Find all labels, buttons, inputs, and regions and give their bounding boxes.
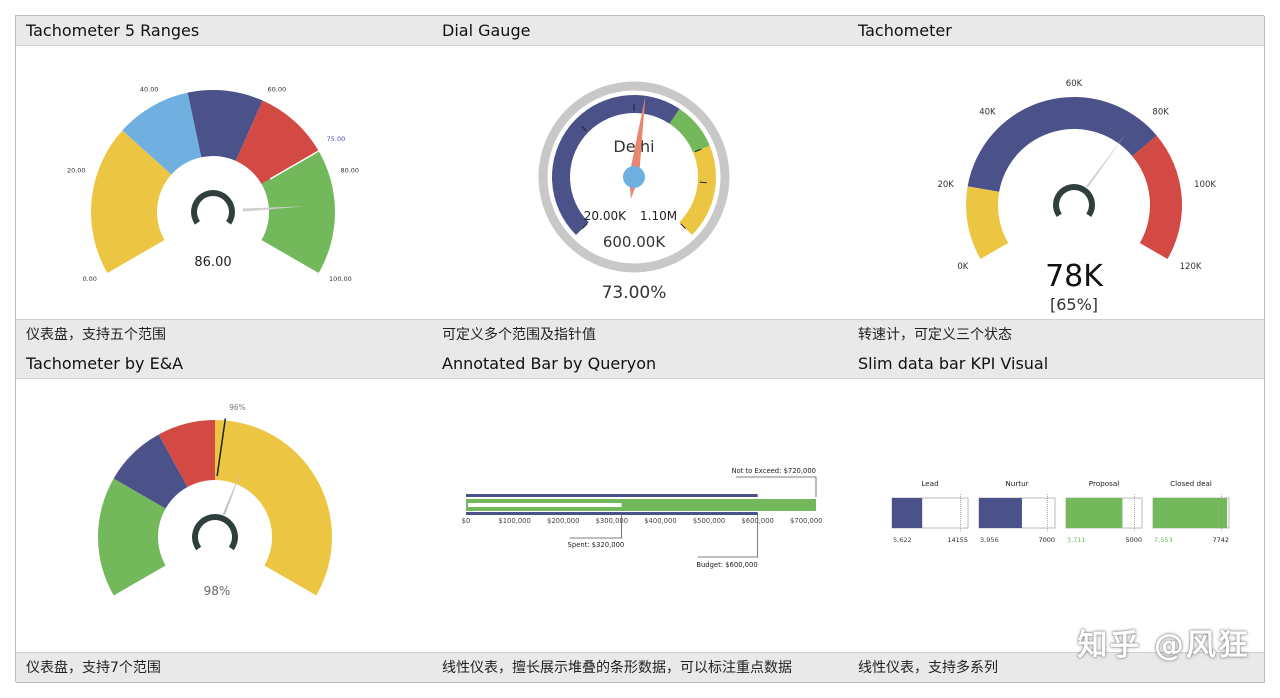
- dial-pivot-icon: [623, 166, 645, 188]
- visual-gallery-grid: Tachometer 5 Ranges 0.00 20.00 40.00 60.00 8…: [15, 15, 1265, 683]
- gauge-tick-label: 80.00: [340, 167, 359, 175]
- tile-caption: 可定义多个范围及指针值: [432, 319, 848, 349]
- kpi-value-label: 3,711: [1067, 536, 1086, 544]
- tile-title: Tachometer: [848, 16, 1264, 46]
- kpi-bar-fill: [1066, 498, 1123, 528]
- tile-caption: 转速计，可定义三个状态: [848, 319, 1264, 349]
- dial-tick: [699, 181, 707, 184]
- tile-dial-gauge[interactable]: Dial Gauge Delhi 20.00K 1.10M 600.00K 73.00%…: [432, 16, 849, 350]
- tile-caption: 线性仪表，擅长展示堆叠的条形数据，可以标注重点数据: [432, 652, 848, 682]
- kpi-series-name: Nurtur: [1005, 479, 1028, 488]
- kpi-bar-fill: [892, 498, 923, 528]
- dial-max-label: 1.10M: [640, 209, 677, 223]
- tile-title: Dial Gauge: [432, 16, 848, 46]
- axis-tick-label: $100,000: [498, 517, 530, 525]
- kpi-target-label: 7000: [1038, 536, 1055, 544]
- kpi-target-label: 14155: [947, 536, 968, 544]
- kpi-series-name: Lead: [921, 479, 938, 488]
- tile-caption: 仪表盘，支持五个范围: [16, 319, 432, 349]
- gauge-tick-label: 0K: [957, 262, 968, 272]
- tile-title: Tachometer 5 Ranges: [16, 16, 432, 46]
- bar-budget-outline-top: [466, 494, 758, 497]
- tile-tachometer[interactable]: Tachometer 0K 20K 40K 60K 80K 100K 120K 78K [65%…: [848, 16, 1265, 350]
- kpi-series-name: Proposal: [1089, 479, 1120, 488]
- gauge-percent-label: [65%]: [1050, 295, 1098, 314]
- tachometer-ea-chart: 96% 98%: [16, 379, 432, 652]
- tachometer-5-ranges-svg: 0.00 20.00 40.00 60.00 80.00 100.00 75.00 86.00: [67, 86, 359, 283]
- gauge-tick-label: 20K: [937, 180, 954, 190]
- dial-value-label: 600.00K: [603, 233, 666, 251]
- annotation-not-to-exceed-label: Not to Exceed: $720,000: [731, 467, 816, 475]
- gauge-range-band: [215, 420, 332, 596]
- gauge-tick-label: 0.00: [82, 275, 96, 283]
- bar-budget-outline-bottom: [466, 512, 758, 515]
- annotation-spent-label: Spent: $320,000: [568, 541, 625, 549]
- gauge-tick-label: 60.00: [268, 86, 287, 94]
- kpi-series-name: Closed deal: [1170, 479, 1212, 488]
- gauge-value-label: 98%: [204, 584, 231, 598]
- gauge-tick-label: 60K: [1066, 79, 1083, 89]
- gauge-range-band: [1132, 135, 1182, 259]
- gauge-hub-icon: [192, 514, 238, 551]
- tile-annotated-bar[interactable]: Annotated Bar by Queryon $0 $100,000 $200,…: [432, 349, 849, 683]
- gauge-hub-icon: [1053, 184, 1095, 218]
- gauge-value-label: 86.00: [194, 255, 231, 270]
- annotated-bar-chart: $0 $100,000 $200,000 $300,000 $400,000 $500,0…: [432, 379, 848, 652]
- gauge-hub-icon: [191, 190, 235, 225]
- tachometer-5-ranges-chart: 0.00 20.00 40.00 60.00 80.00 100.00 75.00 86.00: [16, 46, 432, 319]
- dial-gauge-chart: Delhi 20.00K 1.10M 600.00K 73.00%: [432, 46, 848, 319]
- watermark-text: 知乎 @风狂: [1077, 628, 1250, 663]
- kpi-bar-fill: [979, 498, 1022, 528]
- gauge-tick-label: 20.00: [67, 167, 86, 175]
- gauge-range-band: [966, 186, 1009, 259]
- dial-gauge-svg: Delhi20.00K 1.10M600.00K73.00%: [538, 81, 730, 303]
- gauge-tick-label: 120K: [1180, 262, 1202, 272]
- tile-caption: 仪表盘，支持7个范围: [16, 652, 432, 682]
- axis-tick-label: $300,000: [596, 517, 628, 525]
- bar-spent: [468, 503, 622, 507]
- tachometer-chart: 0K 20K 40K 60K 80K 100K 120K 78K [65%]: [848, 46, 1264, 319]
- gauge-target-label: 96%: [229, 403, 246, 412]
- kpi-value-label: 3,956: [980, 536, 999, 544]
- tile-title: Annotated Bar by Queryon: [432, 349, 848, 379]
- axis-tick-label: $0: [462, 517, 471, 525]
- slim-data-bar-svg: Lead 5,622 14155 Nurtur 3,956 7000 Proposal 3,7…: [891, 479, 1230, 544]
- gauge-tick-label: 40.00: [140, 86, 159, 94]
- dial-percent-label: 73.00%: [602, 283, 667, 303]
- kpi-bar-fill: [1153, 498, 1228, 528]
- annotated-bar-svg: $0 $100,000 $200,000 $300,000 $400,000 $500,0…: [462, 467, 823, 569]
- gauge-tick-label: 100.00: [329, 275, 352, 283]
- kpi-value-label: 5,622: [893, 536, 912, 544]
- gauge-tick-label: 80K: [1152, 108, 1169, 118]
- dial-min-label: 20.00K: [584, 209, 627, 223]
- slim-data-bar-chart: Lead 5,622 14155 Nurtur 3,956 7000 Proposal 3,7…: [848, 379, 1264, 652]
- tile-title: Tachometer by E&A: [16, 349, 432, 379]
- kpi-value-label: 7,553: [1154, 536, 1173, 544]
- tile-title: Slim data bar KPI Visual: [848, 349, 1264, 379]
- axis-tick-label: $200,000: [547, 517, 579, 525]
- gauge-tick-label: 40K: [979, 108, 996, 118]
- tachometer-ea-svg: 96% 98%: [98, 403, 332, 598]
- axis-tick-label: $400,000: [644, 517, 676, 525]
- kpi-target-label: 7742: [1212, 536, 1229, 544]
- tile-tachometer-ea[interactable]: Tachometer by E&A 96% 98% 仪表盘，支持7个范围: [16, 349, 433, 683]
- tile-tachometer-5-ranges[interactable]: Tachometer 5 Ranges 0.00 20.00 40.00 60.00 8…: [16, 16, 433, 350]
- tachometer-svg: 0K 20K 40K 60K 80K 100K 120K 78K[65%]: [937, 79, 1216, 314]
- gauge-target-label: 75.00: [327, 135, 346, 143]
- kpi-target-label: 5000: [1125, 536, 1142, 544]
- gauge-tick-label: 100K: [1194, 180, 1216, 190]
- axis-tick-label: $500,000: [693, 517, 725, 525]
- gauge-value-label: 78K: [1045, 259, 1104, 294]
- annotation-budget-label: Budget: $600,000: [696, 561, 757, 569]
- axis-tick-label: $700,000: [790, 517, 822, 525]
- gauge-needle: [1085, 133, 1126, 188]
- gauge-range-band: [967, 97, 1157, 192]
